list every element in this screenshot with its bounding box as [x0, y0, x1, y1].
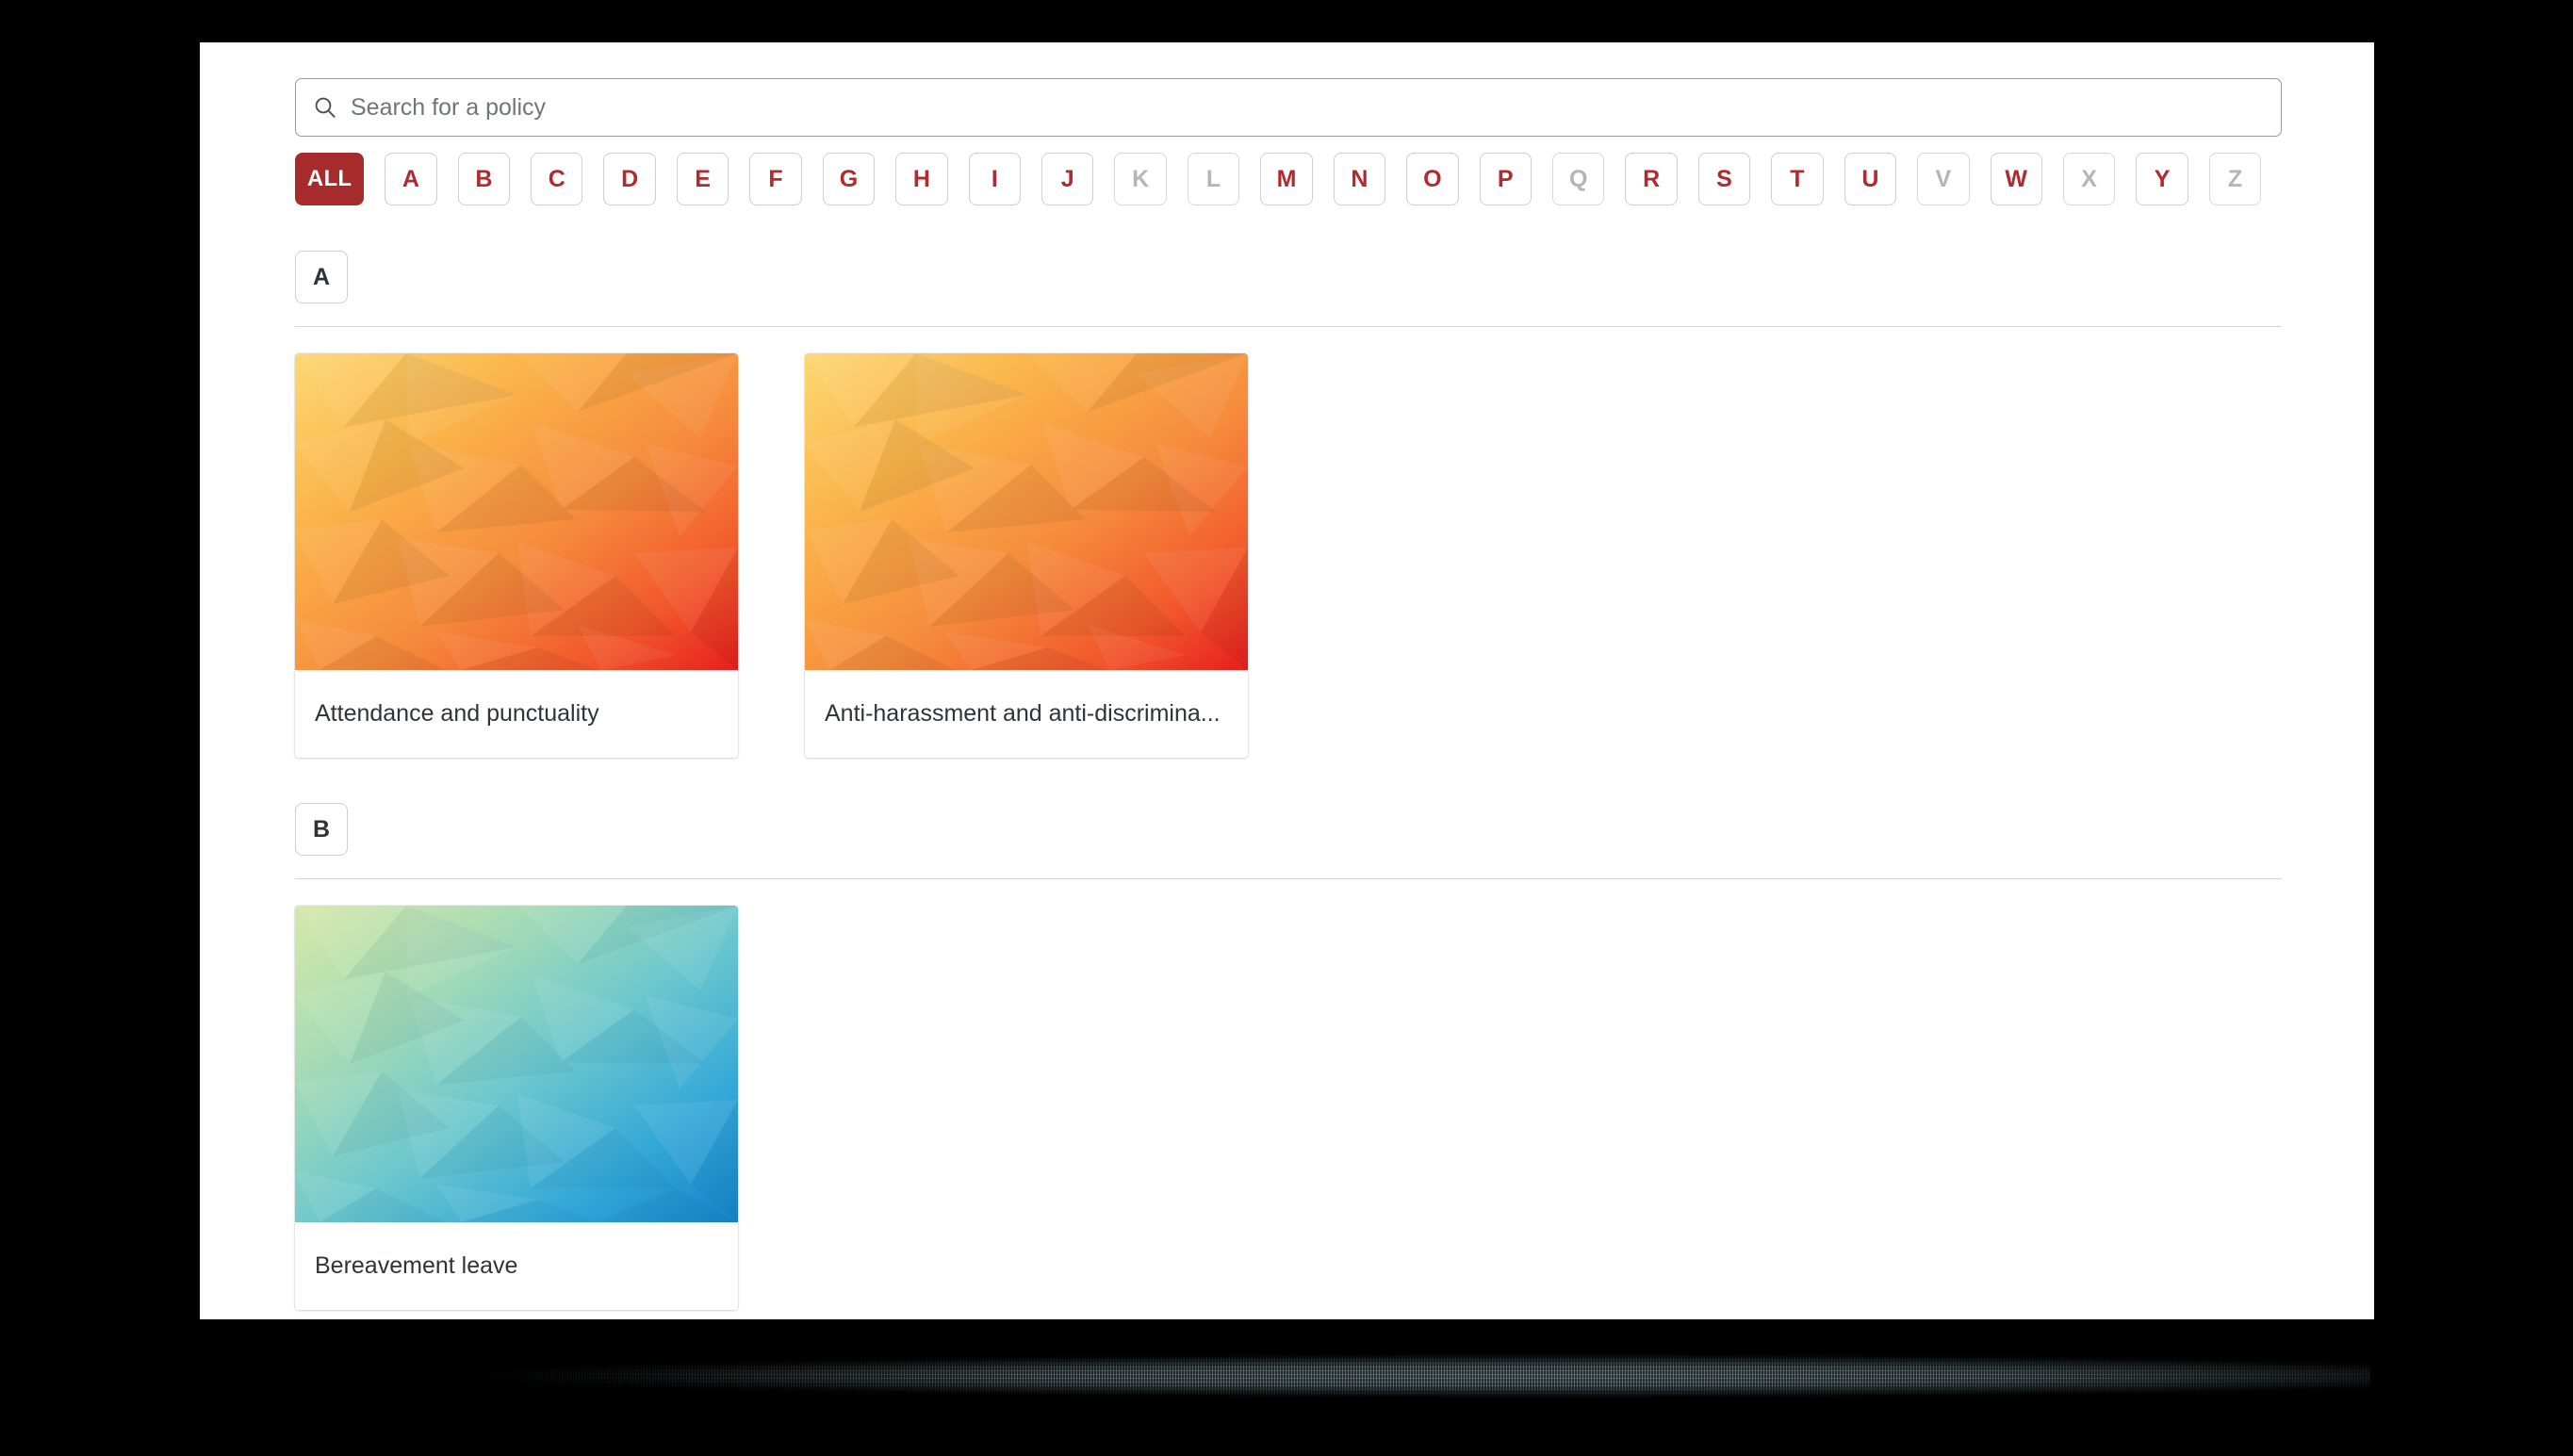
- alpha-filter-b[interactable]: B: [457, 153, 511, 205]
- policy-card[interactable]: Attendance and punctuality: [295, 353, 738, 758]
- alpha-filter-s[interactable]: S: [1697, 153, 1751, 205]
- alpha-filter-y[interactable]: Y: [2136, 153, 2188, 205]
- alpha-filter-c[interactable]: C: [531, 153, 583, 205]
- section-divider: [295, 878, 2282, 879]
- alpha-filter-f[interactable]: F: [749, 153, 802, 205]
- section-divider: [295, 326, 2282, 327]
- alpha-filter-l: L: [1187, 153, 1240, 205]
- alpha-filter-t[interactable]: T: [1771, 153, 1824, 205]
- search-input[interactable]: [351, 79, 2264, 136]
- alpha-filter-k: K: [1114, 153, 1167, 205]
- policy-sections: A Attendance and punctuality Anti-harass…: [295, 251, 2282, 1310]
- alphabet-filter-bar: ALL A B C D E F G H I J K L M N O P Q R S T U V W X Y Z: [295, 153, 2282, 205]
- policy-section-a: A Attendance and punctuality Anti-harass…: [295, 251, 2282, 758]
- alpha-filter-g[interactable]: G: [822, 153, 876, 205]
- alpha-filter-p[interactable]: P: [1479, 153, 1532, 205]
- alpha-filter-m[interactable]: M: [1260, 153, 1313, 205]
- policy-card[interactable]: Anti-harassment and anti-discrimina...: [805, 353, 1248, 758]
- alpha-filter-x: X: [2062, 153, 2116, 205]
- alpha-filter-d[interactable]: D: [603, 153, 656, 205]
- laptop-device-mockup: ALLABCDEFGHIJKLMNOPQRSTUVWXYZ A: [0, 0, 2573, 1456]
- alpha-filter-h[interactable]: H: [895, 153, 948, 205]
- search-bar[interactable]: [295, 78, 2282, 137]
- policy-directory-page: ALLABCDEFGHIJKLMNOPQRSTUVWXYZ A: [295, 78, 2282, 1310]
- section-header: B: [295, 803, 2282, 856]
- policy-card-title: Anti-harassment and anti-discrimina...: [825, 700, 1221, 727]
- alpha-filter-i[interactable]: I: [968, 153, 1022, 205]
- alpha-filter-q: Q: [1551, 153, 1605, 205]
- policy-card[interactable]: Bereavement leave: [295, 906, 738, 1310]
- alpha-filter-j[interactable]: J: [1041, 153, 1094, 205]
- alpha-filter-v: V: [1917, 153, 1970, 205]
- policy-card-grid: Attendance and punctuality Anti-harassme…: [295, 353, 2282, 758]
- alpha-filter-o[interactable]: O: [1406, 153, 1459, 205]
- policy-card-title: Bereavement leave: [315, 1252, 518, 1279]
- browser-screen: ALLABCDEFGHIJKLMNOPQRSTUVWXYZ A: [200, 42, 2374, 1319]
- alpha-filter-u[interactable]: U: [1844, 153, 1897, 205]
- section-letter-badge: A: [295, 251, 348, 303]
- policy-card-grid: Bereavement leave: [295, 906, 2282, 1310]
- section-header: A: [295, 251, 2282, 303]
- alpha-filter-n[interactable]: N: [1333, 153, 1386, 205]
- alpha-filter-r[interactable]: R: [1625, 153, 1678, 205]
- cool-polygon-thumbnail: [295, 906, 738, 1222]
- laptop-base-texture: [203, 1343, 2370, 1409]
- alpha-filter-z: Z: [2208, 153, 2262, 205]
- alpha-filter-w[interactable]: W: [1990, 153, 2042, 205]
- search-icon: [313, 95, 337, 120]
- alpha-filter-e[interactable]: E: [676, 153, 729, 205]
- policy-card-title: Attendance and punctuality: [315, 700, 599, 727]
- section-letter-badge: B: [295, 803, 348, 856]
- alpha-filter-all[interactable]: ALL: [295, 153, 365, 205]
- policy-section-b: B Bereavement leave: [295, 803, 2282, 1310]
- warm-polygon-thumbnail: [295, 353, 738, 670]
- warm-polygon-thumbnail: [805, 353, 1248, 670]
- alpha-filter-a[interactable]: A: [385, 153, 437, 205]
